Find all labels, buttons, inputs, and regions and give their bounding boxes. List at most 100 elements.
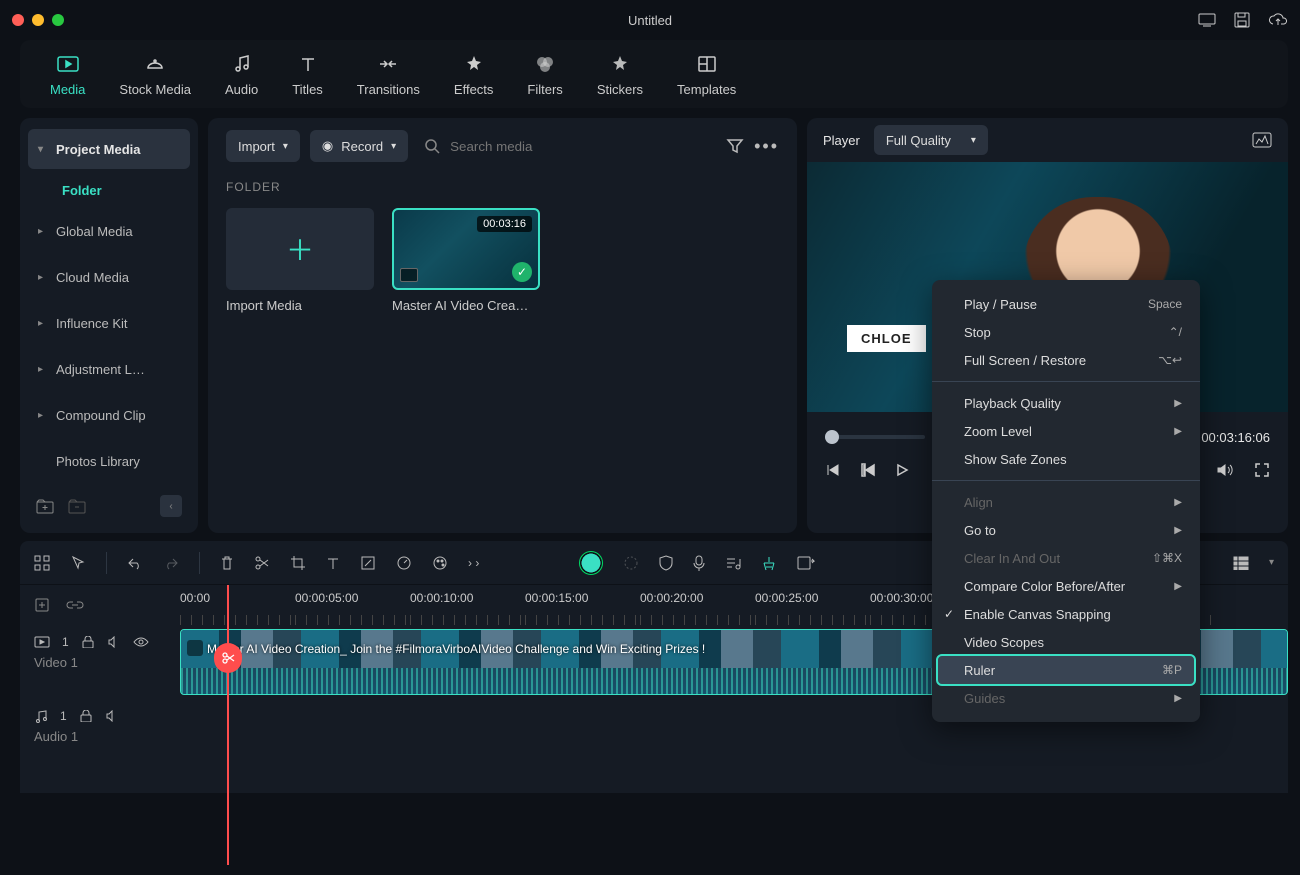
lock-icon[interactable] <box>79 710 93 722</box>
sidebar-item-influence-kit[interactable]: ▸Influence Kit <box>28 303 190 343</box>
chevron-down-icon: ▾ <box>283 141 288 152</box>
list-view-icon[interactable] <box>1233 556 1249 570</box>
close-window-button[interactable] <box>12 14 24 26</box>
playhead[interactable] <box>227 585 229 865</box>
ctx-zoom-level[interactable]: Zoom Level▶ <box>932 417 1200 445</box>
marker-icon[interactable] <box>761 555 777 571</box>
minimize-window-button[interactable] <box>32 14 44 26</box>
check-icon: ✓ <box>944 607 954 621</box>
tab-stock-media[interactable]: Stock Media <box>119 52 191 97</box>
chevron-down-icon[interactable]: ▾ <box>1269 557 1274 568</box>
import-dropdown[interactable]: Import▾ <box>226 130 300 162</box>
sidebar-item-cloud-media[interactable]: ▸Cloud Media <box>28 257 190 297</box>
tab-audio[interactable]: Audio <box>225 52 258 97</box>
ctx-stop[interactable]: Stop⌃/ <box>932 318 1200 346</box>
export-frame-icon[interactable] <box>797 556 815 570</box>
music-list-icon[interactable] <box>725 556 741 570</box>
mute-icon[interactable] <box>105 710 119 722</box>
tab-templates[interactable]: Templates <box>677 52 736 97</box>
magnet-icon[interactable] <box>34 597 50 613</box>
ai-assistant-icon[interactable] <box>579 551 603 575</box>
ctx-align: Align▶ <box>932 488 1200 516</box>
sidebar-item-adjustment-layer[interactable]: ▸Adjustment L… <box>28 349 190 389</box>
tab-transitions[interactable]: Transitions <box>357 52 420 97</box>
add-track-icon[interactable] <box>34 555 50 571</box>
sidebar: ▾Project Media Folder ▸Global Media ▸Clo… <box>20 118 198 533</box>
ctx-goto[interactable]: Go to▶ <box>932 516 1200 544</box>
added-check-icon: ✓ <box>512 262 532 282</box>
record-dropdown[interactable]: ◉Record▾ <box>310 130 408 162</box>
undo-icon[interactable] <box>127 556 143 570</box>
zoom-slider[interactable] <box>825 435 925 439</box>
stop-button[interactable] <box>861 463 875 477</box>
new-folder-icon[interactable] <box>36 499 54 514</box>
delete-icon[interactable] <box>220 555 234 571</box>
volume-icon[interactable] <box>1216 462 1234 478</box>
lock-icon[interactable] <box>81 636 95 648</box>
audio-track-icon <box>34 709 48 723</box>
split-icon[interactable] <box>254 555 270 571</box>
tab-effects[interactable]: Effects <box>454 52 494 97</box>
more-icon[interactable]: ••• <box>754 136 779 157</box>
sidebar-item-global-media[interactable]: ▸Global Media <box>28 211 190 251</box>
audio-icon <box>230 52 254 76</box>
delete-folder-icon[interactable] <box>68 499 86 514</box>
ctx-playback-quality[interactable]: Playback Quality▶ <box>932 389 1200 417</box>
chevron-right-icon: ▶ <box>1174 693 1182 704</box>
fullscreen-icon[interactable] <box>1254 462 1270 478</box>
search-input[interactable] <box>450 139 590 154</box>
ctx-ruler[interactable]: Ruler⌘P <box>938 656 1194 684</box>
tab-titles[interactable]: Titles <box>292 52 323 97</box>
top-nav: Media Stock Media Audio Titles Transitio… <box>20 40 1288 108</box>
caret-right-icon: ▸ <box>38 318 48 329</box>
titlebar: Untitled <box>0 0 1300 40</box>
circle-dashed-icon[interactable] <box>623 555 639 571</box>
prev-frame-button[interactable] <box>825 463 841 477</box>
visibility-icon[interactable] <box>133 637 149 647</box>
quality-select[interactable]: Full Quality▾ <box>874 125 988 155</box>
plus-icon: ＋ <box>226 208 374 290</box>
ctx-play-pause[interactable]: Play / PauseSpace <box>932 290 1200 318</box>
speed-icon[interactable] <box>396 555 412 571</box>
clip-type-icon <box>400 268 418 282</box>
text-tool-icon[interactable] <box>326 556 340 570</box>
scissors-icon[interactable] <box>214 643 242 673</box>
ctx-compare-color[interactable]: Compare Color Before/After▶ <box>932 572 1200 600</box>
more-tools-icon[interactable]: › › <box>468 556 479 570</box>
collapse-sidebar-button[interactable]: ‹ <box>160 495 182 517</box>
scopes-icon[interactable] <box>1252 132 1272 148</box>
filter-icon[interactable] <box>726 138 744 154</box>
ctx-snapping[interactable]: ✓Enable Canvas Snapping <box>932 600 1200 628</box>
mic-icon[interactable] <box>693 555 705 571</box>
scale-icon[interactable] <box>360 555 376 571</box>
sidebar-item-project-media[interactable]: ▾Project Media <box>28 129 190 169</box>
ctx-safe-zones[interactable]: Show Safe Zones <box>932 445 1200 473</box>
ctx-fullscreen[interactable]: Full Screen / Restore⌥↩ <box>932 346 1200 374</box>
redo-icon[interactable] <box>163 556 179 570</box>
maximize-window-button[interactable] <box>52 14 64 26</box>
pointer-tool-icon[interactable] <box>70 555 86 571</box>
import-media-cell[interactable]: ＋ Import Media <box>226 208 374 313</box>
screen-icon[interactable] <box>1198 12 1216 28</box>
mute-icon[interactable] <box>107 636 121 648</box>
cloud-upload-icon[interactable] <box>1268 12 1288 28</box>
sidebar-item-compound-clip[interactable]: ▸Compound Clip <box>28 395 190 435</box>
ctx-video-scopes[interactable]: Video Scopes <box>932 628 1200 656</box>
caret-right-icon: ▸ <box>38 272 48 283</box>
sidebar-subfolder[interactable]: Folder <box>28 172 190 208</box>
color-icon[interactable] <box>432 555 448 571</box>
overlay-name-strip: CHLOE <box>847 325 926 352</box>
media-clip-cell[interactable]: 00:03:16 ✓ Master AI Video Crea… <box>392 208 540 313</box>
play-button[interactable] <box>895 463 909 477</box>
record-icon: ◉ <box>322 138 333 154</box>
crop-icon[interactable] <box>290 555 306 571</box>
link-icon[interactable] <box>66 599 84 611</box>
tab-filters[interactable]: Filters <box>527 52 562 97</box>
window-controls <box>12 14 64 26</box>
shield-icon[interactable] <box>659 555 673 571</box>
sidebar-item-photos-library[interactable]: Photos Library <box>28 441 190 481</box>
tab-media[interactable]: Media <box>50 52 85 97</box>
preview-tab-player[interactable]: Player <box>823 133 860 148</box>
save-icon[interactable] <box>1234 12 1250 28</box>
tab-stickers[interactable]: Stickers <box>597 52 643 97</box>
